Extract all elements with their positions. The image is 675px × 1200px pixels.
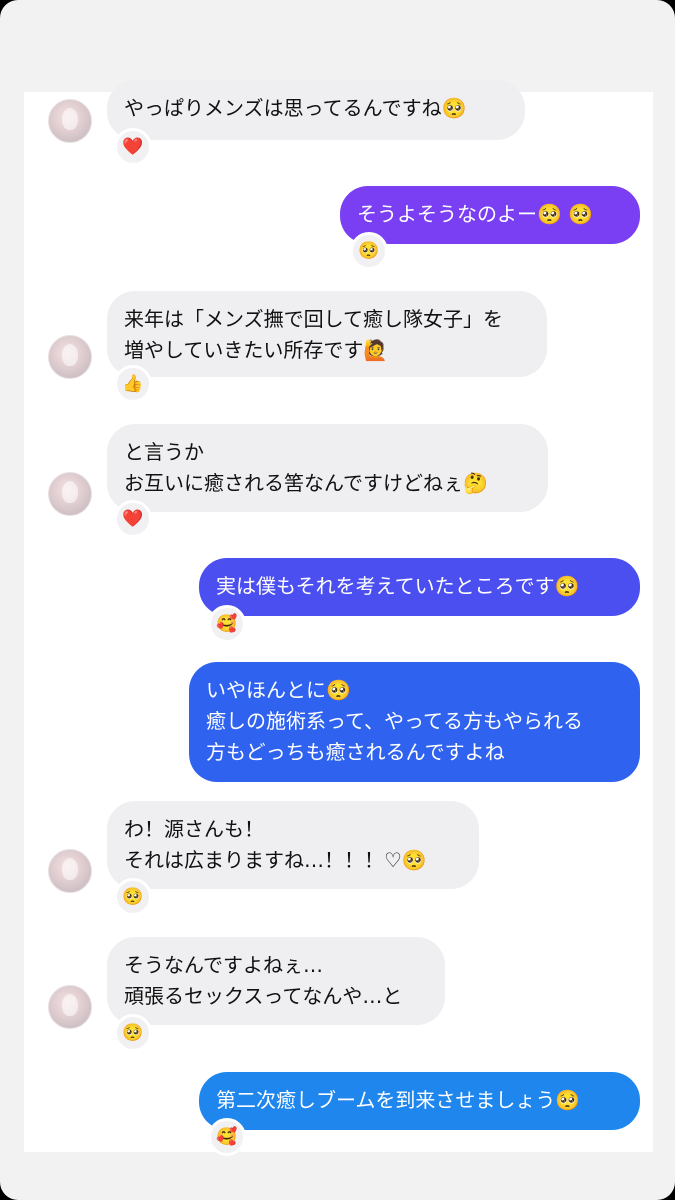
message-text: いやほんとに🥺 [206, 678, 351, 702]
incoming-message-bubble[interactable]: 来年は「メンズ撫で回して癒し隊女子」を 増やしていきたい所存です🙋 [107, 291, 547, 377]
reaction-badge[interactable]: 🥺 [114, 1014, 152, 1052]
message-text: 癒しの施術系って、やってる方もやられる [206, 709, 583, 733]
outgoing-message-bubble[interactable]: 第二次癒しブームを到来させましょう🥺 [199, 1072, 640, 1130]
reaction-badge[interactable]: ❤️ [114, 500, 152, 538]
message-text: そうよそうなのよー🥺 🥺 [357, 202, 594, 226]
reaction-badge[interactable]: 🥰 [208, 605, 246, 643]
outgoing-message-bubble[interactable]: いやほんとに🥺 癒しの施術系って、やってる方もやられる 方もどっちも癒されるんで… [189, 662, 640, 782]
message-text: と言うか [124, 440, 204, 464]
incoming-message-bubble[interactable]: そうなんですよねぇ… 頑張るセックスってなんや…と [107, 937, 445, 1025]
sender-avatar[interactable] [48, 99, 92, 143]
message-text: やっぱりメンズは思ってるんですね🥺 [124, 96, 467, 120]
message-text: それは広まりますね…！！！♡🥺 [124, 848, 427, 872]
sender-avatar[interactable] [48, 985, 92, 1029]
message-text: 来年は「メンズ撫で回して癒し隊女子」を [124, 307, 503, 331]
outgoing-message-bubble[interactable]: 実は僕もそれを考えていたところです🥺 [199, 558, 640, 616]
incoming-message-bubble[interactable]: と言うか お互いに癒される筈なんですけどねぇ🤔 [107, 424, 548, 512]
reaction-badge[interactable]: ❤️ [114, 128, 152, 166]
sender-avatar[interactable] [48, 849, 92, 893]
message-text: 頑張るセックスってなんや…と [124, 984, 403, 1008]
sender-avatar[interactable] [48, 335, 92, 379]
message-text: 増やしていきたい所存です🙋 [124, 338, 389, 362]
story-frame: やっぱりメンズは思ってるんですね🥺 ❤️ そうよそうなのよー🥺 🥺 🥺 来年は「… [0, 0, 675, 1200]
reaction-badge[interactable]: 🥰 [208, 1118, 246, 1156]
incoming-message-bubble[interactable]: わ！源さんも！ それは広まりますね…！！！♡🥺 [107, 801, 479, 889]
message-text: 実は僕もそれを考えていたところです🥺 [216, 574, 580, 598]
reaction-badge[interactable]: 👍 [114, 365, 152, 403]
message-text: 第二次癒しブームを到来させましょう🥺 [216, 1088, 581, 1112]
reaction-badge[interactable]: 🥺 [350, 232, 388, 270]
message-text: お互いに癒される筈なんですけどねぇ🤔 [124, 471, 488, 495]
outgoing-message-bubble[interactable]: そうよそうなのよー🥺 🥺 [340, 186, 640, 244]
reaction-badge[interactable]: 🥺 [114, 878, 152, 916]
message-text: そうなんですよねぇ… [124, 953, 323, 977]
message-text: わ！源さんも！ [124, 817, 264, 841]
incoming-message-bubble[interactable]: やっぱりメンズは思ってるんですね🥺 [107, 80, 525, 140]
message-text: 方もどっちも癒されるんですよね [206, 740, 505, 764]
sender-avatar[interactable] [48, 472, 92, 516]
